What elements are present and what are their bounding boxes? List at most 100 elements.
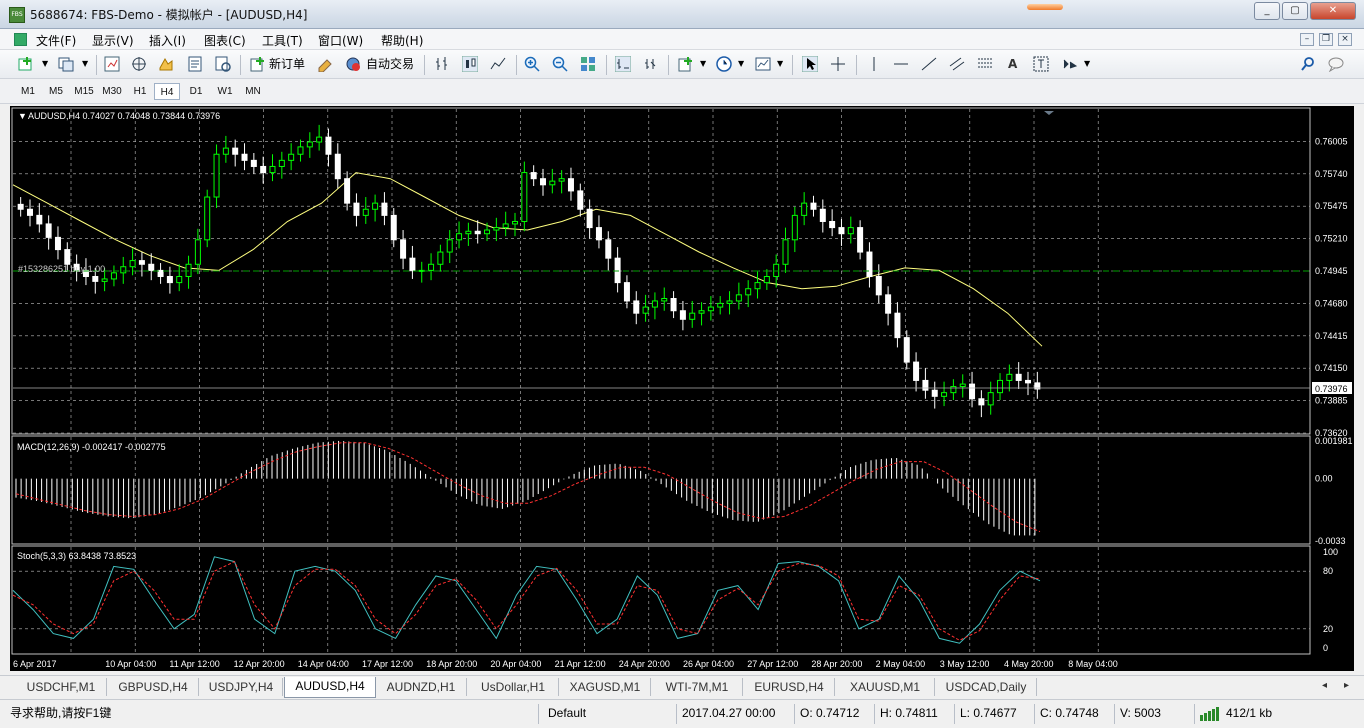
equidistant-channel-icon[interactable] xyxy=(949,56,965,72)
tab-usdchf-m1[interactable]: USDCHF,M1 xyxy=(16,678,107,696)
bear-candle xyxy=(838,227,845,235)
tab-gbpusd-h4[interactable]: GBPUSD,H4 xyxy=(108,678,199,696)
mdi-restore-button[interactable]: ❐ xyxy=(1319,33,1333,46)
bull-candle xyxy=(129,260,136,268)
trend-line-icon[interactable] xyxy=(921,56,937,72)
mdi-minimize-button[interactable]: – xyxy=(1300,33,1314,46)
chart-shift-icon[interactable] xyxy=(615,56,631,72)
maximize-button[interactable]: ▢ xyxy=(1282,2,1308,20)
document-icon[interactable] xyxy=(14,33,27,46)
stoch-tick-label: 80 xyxy=(1323,566,1333,576)
new-order-icon[interactable] xyxy=(250,56,266,72)
tf-m5[interactable]: M5 xyxy=(44,83,68,100)
tab-wti-7m-m1[interactable]: WTI-7M,M1 xyxy=(652,678,743,696)
candlestick-icon[interactable] xyxy=(462,56,478,72)
auto-trading-button[interactable]: 自动交易 xyxy=(366,55,414,73)
chart-collapse-icon[interactable]: ▼ xyxy=(18,111,27,121)
templates-icon[interactable] xyxy=(755,56,771,72)
tab-audnzd-h1[interactable]: AUDNZD,H1 xyxy=(376,678,467,696)
data-window-icon[interactable] xyxy=(158,56,174,72)
templates-dropdown-icon[interactable]: ▼ xyxy=(777,55,783,73)
text-tool-icon[interactable]: A xyxy=(1008,55,1017,73)
indicators-icon[interactable] xyxy=(678,56,694,72)
close-button[interactable]: ✕ xyxy=(1310,2,1356,20)
menu-file[interactable]: 文件(F) xyxy=(36,32,76,49)
new-chart-dropdown-icon[interactable]: ▼ xyxy=(42,55,48,73)
tf-m30[interactable]: M30 xyxy=(99,83,125,100)
arrows-icon[interactable] xyxy=(1062,56,1078,72)
text-label-icon[interactable] xyxy=(1033,56,1049,72)
tf-h4[interactable]: H4 xyxy=(154,83,180,100)
terminal-icon[interactable] xyxy=(187,56,203,72)
profiles-icon[interactable] xyxy=(58,56,74,72)
arrows-dropdown-icon[interactable]: ▼ xyxy=(1084,55,1090,73)
tab-scroll-left-icon[interactable]: ◂ xyxy=(1322,680,1327,691)
bull-candle xyxy=(278,159,285,167)
tab-xauusd-m1[interactable]: XAUUSD,M1 xyxy=(836,678,935,696)
crosshair-icon[interactable] xyxy=(830,56,846,72)
bear-candle xyxy=(17,203,24,210)
tab-xagusd-m1[interactable]: XAGUSD,M1 xyxy=(560,678,651,696)
tab-audusd-h4[interactable]: AUDUSD,H4 xyxy=(284,677,376,698)
menu-insert[interactable]: 插入(I) xyxy=(149,32,186,49)
bear-candle xyxy=(381,202,388,216)
menu-help[interactable]: 帮助(H) xyxy=(381,32,423,49)
meta-editor-icon[interactable] xyxy=(317,56,333,72)
tf-w1[interactable]: W1 xyxy=(212,83,238,100)
zoom-in-icon[interactable] xyxy=(524,56,540,72)
bear-candle xyxy=(810,202,817,210)
zoom-out-icon[interactable] xyxy=(552,56,568,72)
chart-shift-marker[interactable] xyxy=(1044,111,1054,115)
periods-dropdown-icon[interactable]: ▼ xyxy=(738,55,744,73)
main-toolbar: ▼ ▼ 新订单 自动交易 ▼ ▼ ▼ A ▼ xyxy=(0,50,1364,79)
minimize-button[interactable]: _ xyxy=(1254,2,1280,20)
bid-price-label: 0.73976 xyxy=(1315,384,1348,394)
periods-clock-icon[interactable] xyxy=(716,56,732,72)
fibonacci-icon[interactable] xyxy=(977,56,993,72)
tf-d1[interactable]: D1 xyxy=(184,83,208,100)
tf-h1[interactable]: H1 xyxy=(128,83,152,100)
status-help: 寻求帮助,请按F1键 xyxy=(10,706,112,720)
auto-trading-icon[interactable] xyxy=(345,56,361,72)
search-icon[interactable] xyxy=(1300,56,1316,72)
menu-view[interactable]: 显示(V) xyxy=(92,32,134,49)
navigator-icon[interactable] xyxy=(131,56,147,72)
chat-icon[interactable] xyxy=(1328,56,1344,72)
chart-canvas[interactable]: 6 Apr 2017 10 Apr 04:00 11 Apr 12:00 12 Apr… xyxy=(10,106,1354,671)
mdi-close-button[interactable]: × xyxy=(1338,33,1352,46)
bull-candle xyxy=(950,386,957,394)
bar-chart-icon[interactable] xyxy=(434,56,450,72)
market-watch-icon[interactable] xyxy=(104,56,120,72)
tab-scroll-right-icon[interactable]: ▸ xyxy=(1344,680,1349,691)
menu-window[interactable]: 窗口(W) xyxy=(318,32,363,49)
strategy-tester-icon[interactable] xyxy=(215,56,231,72)
price-tick-label: 0.74415 xyxy=(1315,331,1348,341)
new-order-button[interactable]: 新订单 xyxy=(269,55,305,73)
tab-usdjpy-h4[interactable]: USDJPY,H4 xyxy=(200,678,283,696)
tab-usdcad-daily[interactable]: USDCAD,Daily xyxy=(936,678,1037,696)
order-label: #153286251 buy 1.00 xyxy=(18,264,105,274)
tile-windows-icon[interactable] xyxy=(580,56,596,72)
auto-scroll-icon[interactable] xyxy=(643,56,659,72)
tab-eurusd-h4[interactable]: EURUSD,H4 xyxy=(744,678,835,696)
tf-m1[interactable]: M1 xyxy=(16,83,40,100)
tf-m15[interactable]: M15 xyxy=(71,83,97,100)
profiles-dropdown-icon[interactable]: ▼ xyxy=(82,55,88,73)
indicators-dropdown-icon[interactable]: ▼ xyxy=(700,55,706,73)
time-tick-label: 8 May 04:00 xyxy=(1068,659,1118,669)
tf-mn[interactable]: MN xyxy=(240,83,266,100)
menu-charts[interactable]: 图表(C) xyxy=(204,32,246,49)
horizontal-line-icon[interactable] xyxy=(893,56,909,72)
chart-window[interactable]: 6 Apr 2017 10 Apr 04:00 11 Apr 12:00 12 Apr… xyxy=(10,106,1354,671)
price-tick-label: 0.75475 xyxy=(1315,201,1348,211)
bear-candle xyxy=(148,263,155,271)
bull-candle xyxy=(1006,373,1013,381)
line-chart-icon[interactable] xyxy=(490,56,506,72)
bull-candle xyxy=(754,282,761,290)
vertical-line-icon[interactable] xyxy=(866,56,882,72)
bull-candle xyxy=(372,202,379,210)
new-chart-icon[interactable] xyxy=(18,56,34,72)
cursor-icon[interactable] xyxy=(802,56,818,72)
menu-tools[interactable]: 工具(T) xyxy=(262,32,303,49)
tab-usdollar-h1[interactable]: UsDollar,H1 xyxy=(468,678,559,696)
